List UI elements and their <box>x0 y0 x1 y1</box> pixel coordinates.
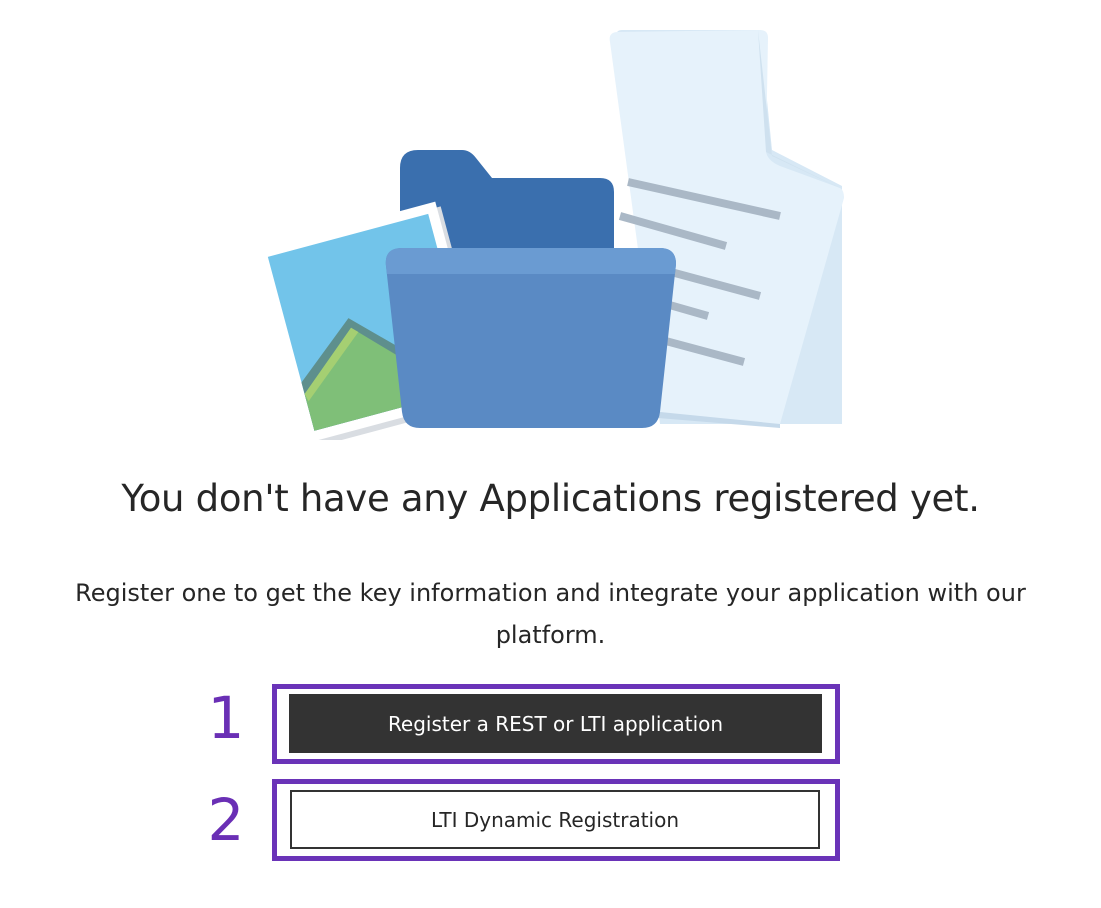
empty-state-description: Register one to get the key information … <box>75 579 1026 649</box>
empty-state-illustration <box>260 30 844 440</box>
lti-dynamic-registration-button[interactable]: LTI Dynamic Registration <box>290 790 820 849</box>
step-marker-1: 1 <box>207 684 245 752</box>
step-marker-2: 2 <box>207 786 245 854</box>
empty-state-title: You don't have any Applications register… <box>121 477 980 520</box>
folder-front-icon <box>385 248 676 428</box>
register-rest-lti-application-button[interactable]: Register a REST or LTI application <box>289 694 822 753</box>
